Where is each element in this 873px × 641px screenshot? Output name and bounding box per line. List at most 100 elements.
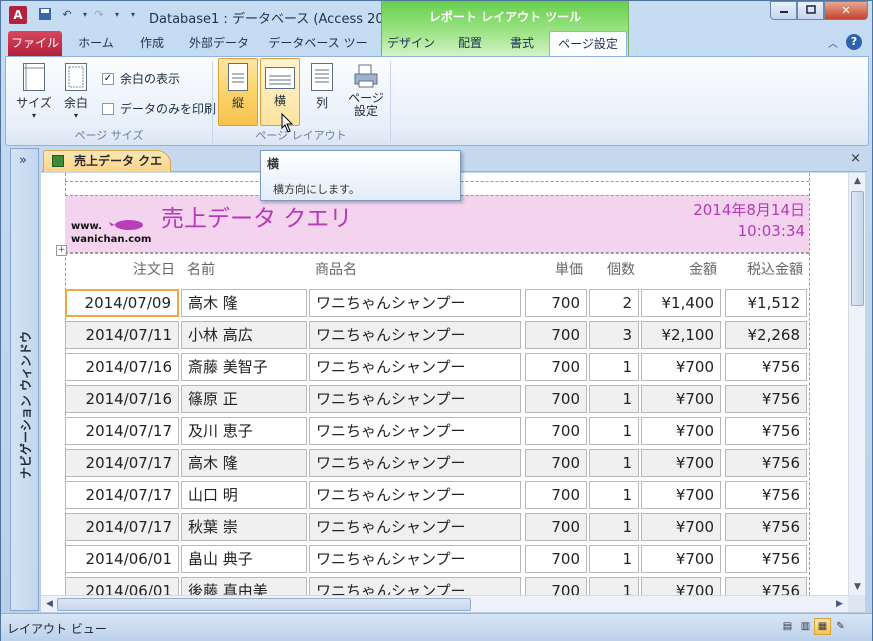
portrait-button[interactable]: 縦 — [218, 58, 258, 126]
amount-tax-cell[interactable]: ¥756 — [725, 449, 807, 477]
unit-price-cell[interactable]: 700 — [525, 353, 587, 381]
size-button[interactable]: サイズ ▾ — [14, 59, 54, 125]
layout-view-icon[interactable]: ▦ — [814, 618, 831, 635]
navigation-pane[interactable]: » ナビゲーション ウィンドウ — [10, 148, 39, 611]
order-date-cell[interactable]: 2014/06/01 — [65, 545, 179, 573]
order-date-cell[interactable]: 2014/07/17 — [65, 481, 179, 509]
amount-cell[interactable]: ¥700 — [641, 577, 721, 595]
order-date-cell[interactable]: 2014/06/01 — [65, 577, 179, 595]
order-date-cell[interactable]: 2014/07/16 — [65, 353, 179, 381]
name-cell[interactable]: 及川 恵子 — [181, 417, 307, 445]
tab-arrange[interactable]: 配置 — [447, 31, 493, 57]
product-cell[interactable]: ワニちゃんシャンプー — [309, 289, 521, 317]
amount-cell[interactable]: ¥2,100 — [641, 321, 721, 349]
save-icon[interactable] — [37, 7, 53, 23]
undo-icon[interactable]: ↶ — [59, 7, 75, 23]
amount-tax-cell[interactable]: ¥756 — [725, 385, 807, 413]
name-cell[interactable]: 山口 明 — [181, 481, 307, 509]
name-cell[interactable]: 畠山 典子 — [181, 545, 307, 573]
close-button[interactable]: ✕ — [824, 1, 868, 20]
order-date-cell[interactable]: 2014/07/16 — [65, 385, 179, 413]
tab-database-tools[interactable]: データベース ツール — [263, 31, 373, 74]
header-amount-tax[interactable]: 税込金額 — [725, 259, 807, 279]
show-margins-checkbox[interactable]: ✓ 余白の表示 — [102, 70, 180, 87]
name-cell[interactable]: 小林 高広 — [181, 321, 307, 349]
amount-cell[interactable]: ¥700 — [641, 449, 721, 477]
vertical-scroll-thumb[interactable] — [851, 191, 864, 306]
amount-tax-cell[interactable]: ¥756 — [725, 513, 807, 541]
tab-create[interactable]: 作成 — [129, 31, 175, 57]
unit-price-cell[interactable]: 700 — [525, 481, 587, 509]
quantity-cell[interactable]: 1 — [589, 449, 639, 477]
amount-tax-cell[interactable]: ¥756 — [725, 577, 807, 595]
expand-nav-icon[interactable]: » — [19, 153, 27, 168]
report-view-icon[interactable]: ▤ — [779, 618, 796, 635]
header-order-date[interactable]: 注文日 — [65, 259, 179, 279]
unit-price-cell[interactable]: 700 — [525, 385, 587, 413]
product-cell[interactable]: ワニちゃんシャンプー — [309, 481, 521, 509]
amount-tax-cell[interactable]: ¥756 — [725, 545, 807, 573]
name-cell[interactable]: 高木 隆 — [181, 289, 307, 317]
document-tab[interactable]: 売上データ クエリ — [43, 150, 171, 188]
amount-cell[interactable]: ¥700 — [641, 513, 721, 541]
quantity-cell[interactable]: 2 — [589, 289, 639, 317]
unit-price-cell[interactable]: 700 — [525, 417, 587, 445]
order-date-cell[interactable]: 2014/07/11 — [65, 321, 179, 349]
horizontal-scrollbar[interactable]: ◀ ▶ — [41, 595, 848, 612]
access-app-icon[interactable]: A — [9, 6, 27, 24]
scroll-down-icon[interactable]: ▼ — [849, 579, 866, 595]
amount-cell[interactable]: ¥700 — [641, 545, 721, 573]
name-cell[interactable]: 後藤 真由美 — [181, 577, 307, 595]
quantity-cell[interactable]: 1 — [589, 513, 639, 541]
minimize-ribbon-icon[interactable]: ︿ — [828, 35, 838, 50]
product-cell[interactable]: ワニちゃんシャンプー — [309, 385, 521, 413]
amount-tax-cell[interactable]: ¥756 — [725, 481, 807, 509]
print-preview-icon[interactable]: ▥ — [797, 618, 814, 635]
help-icon[interactable]: ? — [846, 34, 862, 50]
amount-tax-cell[interactable]: ¥2,268 — [725, 321, 807, 349]
quantity-cell[interactable]: 1 — [589, 545, 639, 573]
horizontal-scroll-thumb[interactable] — [57, 598, 471, 611]
header-product[interactable]: 商品名 — [309, 259, 521, 279]
scroll-up-icon[interactable]: ▲ — [849, 173, 866, 189]
close-document-icon[interactable]: × — [850, 151, 861, 166]
quantity-cell[interactable]: 1 — [589, 577, 639, 595]
quantity-cell[interactable]: 1 — [589, 481, 639, 509]
unit-price-cell[interactable]: 700 — [525, 545, 587, 573]
scroll-left-icon[interactable]: ◀ — [41, 596, 58, 612]
unit-price-cell[interactable]: 700 — [525, 449, 587, 477]
product-cell[interactable]: ワニちゃんシャンプー — [309, 545, 521, 573]
report-canvas[interactable]: www. wanichan.com 売上データ クエリ 2014年8月14日 1… — [41, 173, 848, 595]
customize-quick-access-icon[interactable]: ▾ — [125, 7, 141, 23]
product-cell[interactable]: ワニちゃんシャンプー — [309, 353, 521, 381]
columns-button[interactable]: 列 — [302, 59, 342, 125]
amount-cell[interactable]: ¥700 — [641, 417, 721, 445]
amount-tax-cell[interactable]: ¥756 — [725, 417, 807, 445]
product-cell[interactable]: ワニちゃんシャンプー — [309, 577, 521, 595]
tab-format[interactable]: 書式 — [501, 31, 543, 57]
unit-price-cell[interactable]: 700 — [525, 513, 587, 541]
order-date-cell[interactable]: 2014/07/17 — [65, 417, 179, 445]
tab-page-setup[interactable]: ページ設定 — [549, 31, 627, 57]
order-date-cell[interactable]: 2014/07/17 — [65, 513, 179, 541]
scroll-right-icon[interactable]: ▶ — [831, 596, 848, 612]
header-amount[interactable]: 金額 — [641, 259, 721, 279]
tab-external-data[interactable]: 外部データ — [183, 31, 255, 57]
product-cell[interactable]: ワニちゃんシャンプー — [309, 417, 521, 445]
name-cell[interactable]: 秋葉 崇 — [181, 513, 307, 541]
header-unit-price[interactable]: 単価 — [525, 259, 587, 279]
product-cell[interactable]: ワニちゃんシャンプー — [309, 321, 521, 349]
amount-cell[interactable]: ¥1,400 — [641, 289, 721, 317]
quantity-cell[interactable]: 1 — [589, 417, 639, 445]
unit-price-cell[interactable]: 700 — [525, 321, 587, 349]
print-data-only-checkbox[interactable]: データのみを印刷 — [102, 100, 216, 117]
header-quantity[interactable]: 個数 — [589, 259, 639, 279]
redo-dropdown-icon[interactable]: ▾ — [109, 7, 125, 23]
report-title[interactable]: 売上データ クエリ — [161, 199, 352, 233]
report-datetime[interactable]: 2014年8月14日 10:03:34 — [693, 200, 805, 242]
amount-cell[interactable]: ¥700 — [641, 353, 721, 381]
amount-cell[interactable]: ¥700 — [641, 385, 721, 413]
redo-icon[interactable]: ↷ — [91, 7, 107, 23]
product-cell[interactable]: ワニちゃんシャンプー — [309, 513, 521, 541]
amount-tax-cell[interactable]: ¥1,512 — [725, 289, 807, 317]
